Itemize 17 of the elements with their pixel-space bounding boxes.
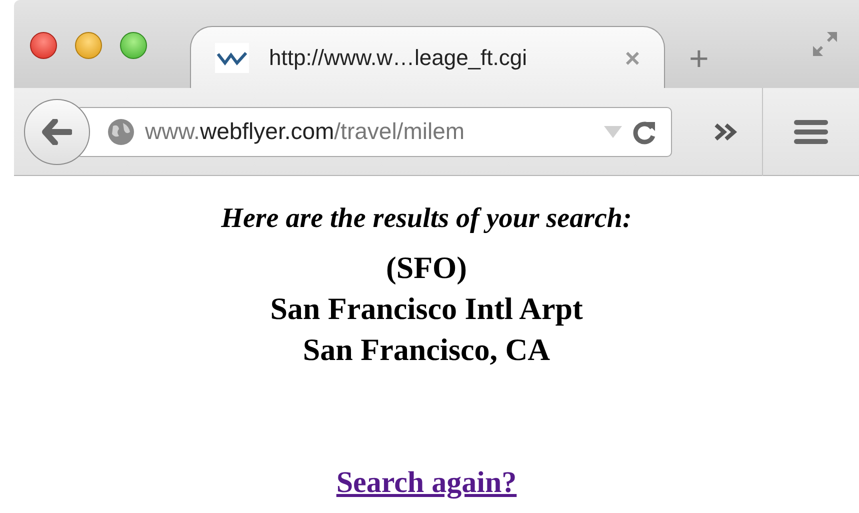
url-text: www.webflyer.com/travel/milem: [145, 117, 466, 146]
menu-icon[interactable]: [793, 118, 829, 146]
zoom-window-icon[interactable]: [120, 32, 147, 59]
close-window-icon[interactable]: [30, 32, 57, 59]
result-line: (SFO): [386, 249, 467, 287]
results-heading: Here are the results of your search:: [221, 202, 632, 236]
minimize-window-icon[interactable]: [75, 32, 102, 59]
browser-tab[interactable]: http://www.w…leage_ft.cgi ×: [190, 26, 665, 88]
reload-icon[interactable]: [633, 118, 657, 144]
back-arrow-icon: [42, 119, 72, 145]
result-line: San Francisco Intl Arpt: [270, 290, 583, 328]
tab-title: http://www.w…leage_ft.cgi: [269, 44, 528, 72]
overflow-chevrons-icon[interactable]: [714, 122, 738, 140]
search-again-link[interactable]: Search again?: [336, 460, 517, 505]
site-favicon-icon: [215, 42, 249, 72]
result-line: San Francisco, CA: [302, 331, 550, 369]
globe-icon: [107, 118, 135, 146]
